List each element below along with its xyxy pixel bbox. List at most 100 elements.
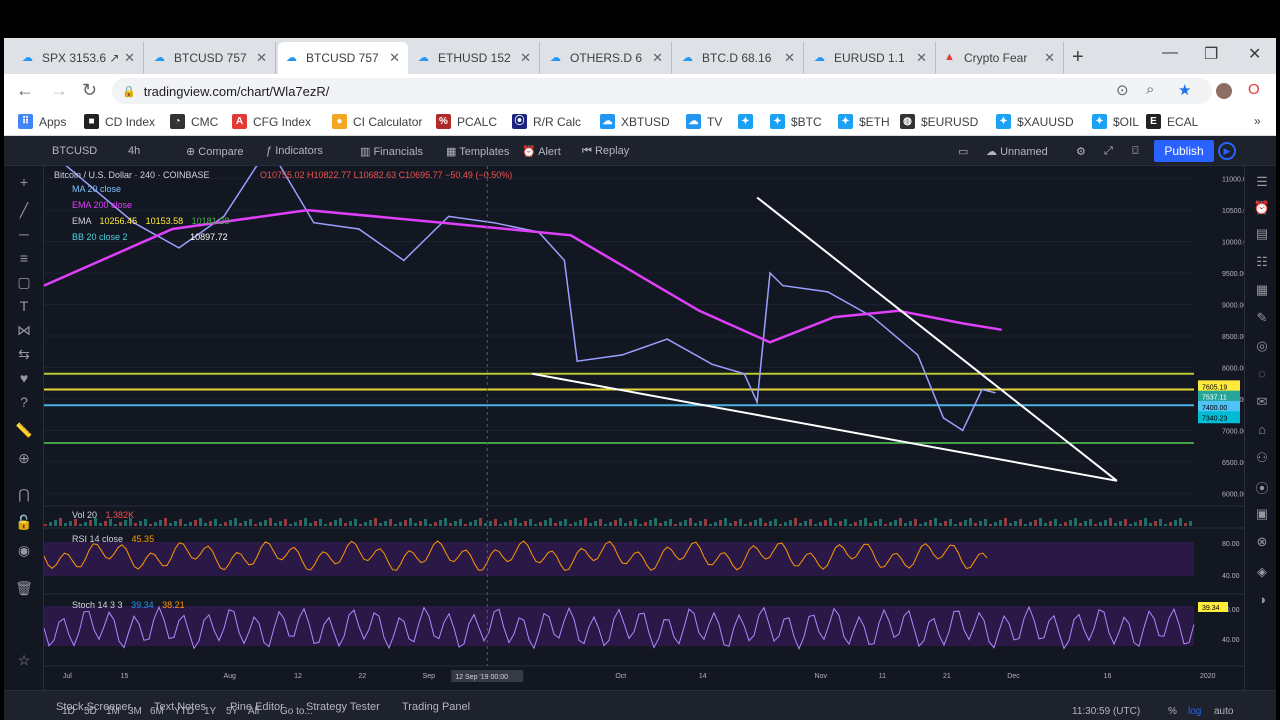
fib-icon[interactable]: ≡: [14, 250, 34, 266]
profile-avatar[interactable]: [1216, 83, 1232, 99]
timeframe-2[interactable]: 1M: [106, 706, 120, 717]
alerts-clock-icon[interactable]: ⏰: [1253, 200, 1271, 218]
bookmark-12[interactable]: ◍ $EURUSD: [900, 114, 978, 129]
compare-button[interactable]: ⊕ Compare: [186, 145, 244, 158]
bookmark-6[interactable]: ⦿ R/R Calc: [512, 114, 581, 129]
opera-extension-icon[interactable]: O: [1248, 81, 1260, 98]
zoom-icon[interactable]: ⌕: [1146, 81, 1154, 98]
browser-tab-1[interactable]: ☁ BTCUSD 757 ✕: [146, 42, 276, 74]
bookmark-11[interactable]: ✦ $ETH: [838, 114, 890, 129]
utc-clock[interactable]: 11:30:59 (UTC): [1072, 706, 1140, 717]
financials-button[interactable]: ▥ Financials: [360, 145, 423, 158]
close-tab-icon[interactable]: ✕: [1044, 50, 1055, 66]
indicator-ema200[interactable]: EMA 200 close: [72, 200, 132, 210]
bookmark-5[interactable]: % PCALC: [436, 114, 497, 129]
browser-tab-6[interactable]: ☁ EURUSD 1.1 ✕: [806, 42, 936, 74]
browser-tab-3[interactable]: ☁ ETHUSD 152 ✕: [410, 42, 540, 74]
ideas-icon[interactable]: ✎: [1253, 310, 1271, 328]
close-tab-icon[interactable]: ✕: [389, 50, 400, 66]
close-tab-icon[interactable]: ✕: [784, 50, 795, 66]
replay-button[interactable]: ⏮ Replay: [582, 145, 629, 158]
streams-icon[interactable]: ◎: [1253, 338, 1271, 356]
bookmark-9[interactable]: ✦: [738, 114, 759, 129]
vol-legend[interactable]: Vol 20 1.382K: [72, 510, 134, 520]
support-icon[interactable]: ◑: [1253, 592, 1271, 610]
timeframe-3[interactable]: 3M: [128, 706, 142, 717]
settings-gear-icon[interactable]: ⚙: [1076, 145, 1086, 158]
rectangle-icon[interactable]: ▢: [14, 274, 34, 290]
back-arrow-icon[interactable]: ←: [16, 80, 34, 101]
stoch-legend[interactable]: Stoch 14 3 3 39.34 38.21: [72, 600, 185, 610]
layout-name[interactable]: ☁ Unnamed: [986, 145, 1048, 158]
browser-tab-7[interactable]: ▲ Crypto Fear ✕: [936, 42, 1064, 74]
panel-tab-3[interactable]: Strategy Tester: [306, 701, 380, 713]
browser-tab-5[interactable]: ☁ BTC.D 68.16 ✕: [674, 42, 804, 74]
ruler-icon[interactable]: 📏: [14, 422, 34, 438]
dom-icon[interactable]: ▣: [1253, 506, 1271, 524]
indicator-bb[interactable]: BB 20 close 2 10897.72: [72, 232, 228, 242]
location-icon[interactable]: ⊙: [1116, 81, 1129, 99]
calendar-icon[interactable]: ▦: [1253, 282, 1271, 300]
timeframe-8[interactable]: All: [248, 706, 259, 717]
close-tab-icon[interactable]: ✕: [916, 50, 927, 66]
magnet-icon[interactable]: ⋂: [14, 486, 34, 502]
camera-icon[interactable]: ⌼: [1132, 145, 1139, 158]
settings-icon[interactable]: ◈: [1253, 564, 1271, 582]
bookmark-10[interactable]: ✦ $BTC: [770, 114, 822, 129]
prediction-icon[interactable]: ⇆: [14, 346, 34, 362]
bookmark-13[interactable]: ✦ $XAUUSD: [996, 114, 1074, 129]
icons-icon[interactable]: ♥: [14, 370, 34, 386]
rsi-legend[interactable]: RSI 14 close 45.35: [72, 534, 154, 544]
bookmark-1[interactable]: ■ CD Index: [84, 114, 155, 129]
indicator-ma[interactable]: MA 20 close: [72, 184, 121, 194]
more-bookmarks-icon[interactable]: »: [1254, 114, 1261, 128]
close-tab-icon[interactable]: ✕: [520, 50, 531, 66]
bookmark-15[interactable]: E ECAL: [1146, 114, 1198, 129]
hotlist-icon[interactable]: ☷: [1253, 254, 1271, 272]
timeframe-4[interactable]: 6M: [150, 706, 164, 717]
symbol-search[interactable]: BTCUSD: [52, 145, 97, 157]
data-window-icon[interactable]: ▤: [1253, 226, 1271, 244]
chat-icon[interactable]: ◌: [1253, 366, 1271, 384]
fullscreen-box-icon[interactable]: ▭: [958, 145, 968, 158]
help-circle-icon[interactable]: ⦿: [1253, 478, 1271, 496]
trading-icon[interactable]: ⊗: [1253, 534, 1271, 552]
trash-icon[interactable]: 🗑: [14, 580, 34, 596]
pattern-icon[interactable]: ⋈: [14, 322, 34, 338]
chart-svg[interactable]: 11000.00 10500.00 10000.00 9500.00 9000.00 85…: [43, 145, 1251, 690]
horizontal-line-icon[interactable]: ─: [14, 226, 34, 242]
minimize-icon[interactable]: —: [1162, 44, 1178, 62]
bookmark-2[interactable]: ◔ CMC: [170, 114, 218, 129]
close-window-icon[interactable]: ✕: [1248, 44, 1261, 64]
publish-button[interactable]: Publish: [1154, 140, 1214, 162]
scale-opt-0[interactable]: %: [1168, 706, 1177, 717]
timeframe-1[interactable]: 5D: [84, 706, 97, 717]
timeframe-0[interactable]: 1D: [62, 706, 75, 717]
close-tab-icon[interactable]: ✕: [124, 50, 135, 66]
maximize-icon[interactable]: ❐: [1204, 44, 1218, 64]
panel-tab-4[interactable]: Trading Panel: [402, 701, 470, 713]
text-icon[interactable]: T: [14, 298, 34, 314]
zoom-in-icon[interactable]: ⊕: [14, 450, 34, 466]
eye-icon[interactable]: ◉: [14, 542, 34, 558]
calc-icon[interactable]: ⚇: [1253, 450, 1271, 468]
bookmark-3[interactable]: A CFG Index: [232, 114, 311, 129]
bookmark-8[interactable]: ☁ TV: [686, 114, 722, 129]
timeframe-7[interactable]: 5Y: [226, 706, 238, 717]
timeframe-9[interactable]: Go to...: [280, 706, 313, 717]
close-tab-icon[interactable]: ✕: [256, 50, 267, 66]
alert-button[interactable]: ⏰ Alert: [522, 145, 561, 158]
interval-select[interactable]: 4h: [128, 145, 140, 157]
notifications-icon[interactable]: ✉: [1253, 394, 1271, 412]
order-panel-icon[interactable]: ⌂: [1253, 422, 1271, 440]
lock-drawing-icon[interactable]: 🔓: [14, 514, 34, 530]
help-icon[interactable]: ?: [14, 394, 34, 410]
timeframe-6[interactable]: 1Y: [204, 706, 216, 717]
bookmark-4[interactable]: ● CI Calculator: [332, 114, 422, 129]
timeframe-5[interactable]: YTD: [174, 706, 194, 717]
browser-tab-4[interactable]: ☁ OTHERS.D 6 ✕: [542, 42, 672, 74]
crosshair-icon[interactable]: +: [14, 174, 34, 190]
indicator-ema[interactable]: EMA 10256.45 10153.58 10181.28: [72, 216, 229, 226]
forward-arrow-icon[interactable]: →: [50, 80, 68, 101]
star-icon[interactable]: ☆: [14, 652, 34, 668]
